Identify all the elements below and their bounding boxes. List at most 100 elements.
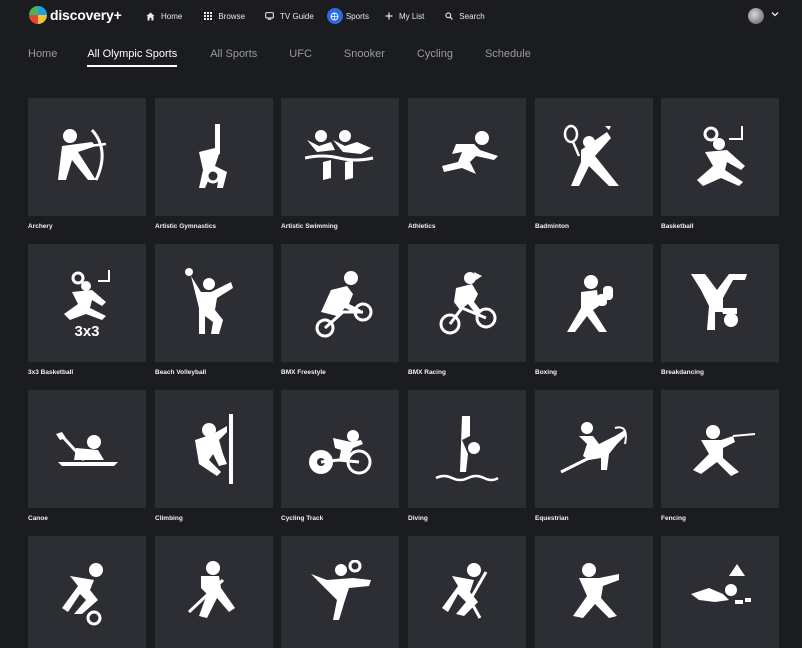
discovery-plus-logo[interactable]: discovery+ bbox=[29, 6, 122, 24]
sport-card-climbing[interactable]: Climbing bbox=[155, 390, 273, 522]
sport-card-athletics[interactable]: Athletics bbox=[408, 98, 526, 230]
nav-sports-label: Sports bbox=[345, 11, 369, 21]
sport-tile[interactable] bbox=[661, 98, 779, 216]
nav-search[interactable]: Search bbox=[445, 6, 485, 26]
sport-tile[interactable] bbox=[281, 536, 399, 648]
sport-tile[interactable] bbox=[661, 390, 779, 508]
sport-tile[interactable] bbox=[408, 98, 526, 216]
tab-ufc[interactable]: UFC bbox=[289, 48, 312, 68]
sport-tile[interactable] bbox=[281, 390, 399, 508]
sport-label: Canoe bbox=[28, 515, 48, 522]
main-nav: Home Browse TV Guide Sports My List Sear… bbox=[146, 0, 485, 32]
sport-card-archery[interactable]: Archery bbox=[28, 98, 146, 230]
nav-home[interactable]: Home bbox=[146, 6, 182, 26]
sports-ball-icon bbox=[326, 8, 343, 24]
climbing-icon bbox=[195, 414, 233, 484]
sport-tile[interactable] bbox=[155, 98, 273, 216]
sport-tile[interactable] bbox=[535, 98, 653, 216]
hockey-icon bbox=[442, 563, 488, 619]
tab-snooker[interactable]: Snooker bbox=[344, 48, 385, 68]
nav-my-list-label: My List bbox=[398, 11, 425, 21]
nav-tv-guide[interactable]: TV Guide bbox=[265, 6, 314, 26]
sport-card-golf[interactable] bbox=[155, 536, 273, 648]
sport-card-diving[interactable]: Diving bbox=[408, 390, 526, 522]
tab-cycling[interactable]: Cycling bbox=[417, 48, 453, 68]
sport-tile[interactable] bbox=[408, 390, 526, 508]
nav-tv-guide-label: TV Guide bbox=[280, 11, 314, 21]
chevron-down-icon[interactable] bbox=[771, 11, 779, 17]
sport-card-beach-volleyball[interactable]: Beach Volleyball bbox=[155, 244, 273, 376]
sport-tile[interactable] bbox=[155, 536, 273, 648]
sport-card-judo[interactable] bbox=[535, 536, 653, 648]
sport-tile[interactable] bbox=[28, 98, 146, 216]
sport-label: Diving bbox=[408, 515, 428, 522]
sport-tile[interactable] bbox=[408, 536, 526, 648]
brand-name: discovery+ bbox=[50, 7, 122, 23]
sport-card-hockey[interactable] bbox=[408, 536, 526, 648]
marathon-swimming-icon bbox=[691, 564, 751, 604]
nav-browse[interactable]: Browse bbox=[204, 6, 245, 26]
sport-tile[interactable] bbox=[155, 390, 273, 508]
sport-label: Breakdancing bbox=[661, 369, 704, 376]
nav-my-list[interactable]: My List bbox=[385, 6, 424, 26]
sport-card-cycling-track[interactable]: Cycling Track bbox=[281, 390, 399, 522]
sport-tile[interactable] bbox=[661, 536, 779, 648]
sport-label: Badminton bbox=[535, 223, 569, 230]
sport-card-artistic-gymnastics[interactable]: Artistic Gymnastics bbox=[155, 98, 273, 230]
sport-card-breakdancing[interactable]: Breakdancing bbox=[661, 244, 779, 376]
sport-card-marathon-swimming[interactable] bbox=[661, 536, 779, 648]
sport-label: Boxing bbox=[535, 369, 558, 376]
sport-card-badminton[interactable]: Badminton bbox=[535, 98, 653, 230]
sport-tile[interactable] bbox=[408, 244, 526, 362]
sport-card-football[interactable] bbox=[28, 536, 146, 648]
basketball-icon bbox=[697, 126, 745, 186]
profile-avatar[interactable] bbox=[748, 8, 764, 24]
sport-card-handball[interactable] bbox=[281, 536, 399, 648]
judo-icon bbox=[573, 563, 619, 618]
sport-label: Equestrian bbox=[535, 515, 569, 522]
sport-card-fencing[interactable]: Fencing bbox=[661, 390, 779, 522]
tab-all-sports[interactable]: All Sports bbox=[210, 48, 257, 68]
3x3-basketball-icon: 3x3 bbox=[64, 270, 110, 338]
tab-all-olympic-sports[interactable]: All Olympic Sports bbox=[87, 48, 177, 68]
sport-card-boxing[interactable]: Boxing bbox=[535, 244, 653, 376]
tab-home[interactable]: Home bbox=[28, 48, 57, 68]
sport-tile[interactable] bbox=[28, 390, 146, 508]
nav-search-label: Search bbox=[459, 11, 485, 21]
sport-tile[interactable] bbox=[155, 244, 273, 362]
sport-card-bmx-freestyle[interactable]: BMX Freestyle bbox=[281, 244, 399, 376]
sport-label: BMX Freestyle bbox=[281, 369, 326, 376]
grid-icon bbox=[204, 12, 213, 20]
sport-tile[interactable] bbox=[535, 536, 653, 648]
badminton-icon bbox=[563, 124, 619, 186]
sport-tile[interactable]: 3x3 bbox=[28, 244, 146, 362]
sport-card-artistic-swimming[interactable]: Artistic Swimming bbox=[281, 98, 399, 230]
sport-label: Athletics bbox=[408, 223, 436, 230]
sport-tile[interactable] bbox=[535, 244, 653, 362]
breakdancing-icon bbox=[691, 274, 747, 330]
sport-card-3x3-basketball[interactable]: 3x3 3x3 Basketball bbox=[28, 244, 146, 376]
sport-card-bmx-racing[interactable]: BMX Racing bbox=[408, 244, 526, 376]
sport-label: BMX Racing bbox=[408, 369, 446, 376]
nav-sports[interactable]: Sports bbox=[326, 6, 369, 26]
tab-schedule[interactable]: Schedule bbox=[485, 48, 531, 68]
sport-card-basketball[interactable]: Basketball bbox=[661, 98, 779, 230]
boxing-icon bbox=[567, 275, 613, 332]
sport-label: Basketball bbox=[661, 223, 694, 230]
sport-tile[interactable] bbox=[661, 244, 779, 362]
sport-tile[interactable] bbox=[535, 390, 653, 508]
fencing-icon bbox=[693, 425, 755, 476]
archery-icon bbox=[58, 128, 107, 181]
athletics-icon bbox=[442, 131, 498, 174]
sport-tile[interactable] bbox=[281, 244, 399, 362]
sport-tile[interactable] bbox=[28, 536, 146, 648]
globe-logo-icon bbox=[29, 6, 47, 24]
sport-tile[interactable] bbox=[281, 98, 399, 216]
equestrian-icon bbox=[560, 422, 627, 474]
handball-icon bbox=[311, 560, 371, 620]
sport-card-canoe[interactable]: Canoe bbox=[28, 390, 146, 522]
bmx-racing-icon bbox=[439, 272, 497, 335]
search-icon bbox=[445, 12, 454, 20]
sport-card-equestrian[interactable]: Equestrian bbox=[535, 390, 653, 522]
plus-icon bbox=[385, 12, 393, 20]
